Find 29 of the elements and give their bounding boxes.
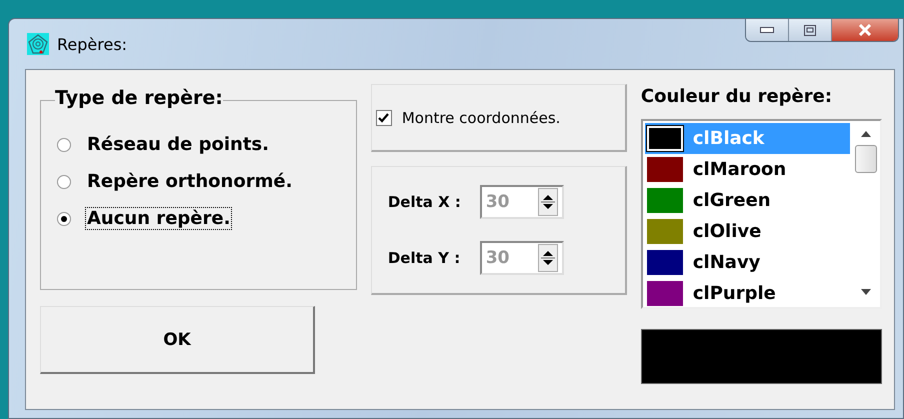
- close-icon: [858, 24, 872, 36]
- close-button[interactable]: [832, 19, 898, 41]
- delta-label: Delta Y :: [388, 249, 462, 267]
- delta-label: Delta X :: [388, 193, 462, 211]
- radio-button[interactable]: [57, 174, 71, 188]
- ok-button[interactable]: OK: [40, 306, 315, 374]
- radio-label[interactable]: Repère orthonormé.: [85, 170, 294, 193]
- maximize-button[interactable]: [789, 19, 832, 41]
- radio-label[interactable]: Réseau de points.: [85, 133, 271, 156]
- scroll-up-icon[interactable]: [861, 131, 871, 137]
- spiral-icon: [27, 33, 49, 55]
- scroll-thumb[interactable]: [855, 145, 877, 173]
- color-list-item[interactable]: clMaroon: [644, 154, 850, 185]
- check-icon: [378, 112, 390, 122]
- minimize-button[interactable]: [746, 19, 789, 41]
- color-list-title: Couleur du repère:: [640, 86, 834, 107]
- color-list-item[interactable]: clGreen: [644, 185, 850, 216]
- radio-label[interactable]: Aucun repère.: [85, 207, 232, 230]
- window-title: Repères:: [57, 34, 128, 54]
- maximize-icon: [804, 24, 816, 36]
- group-title: Type de repère:: [55, 87, 223, 109]
- show-coordinates-checkbox[interactable]: Montre coordonnées.: [376, 108, 560, 126]
- radio-button[interactable]: [57, 138, 71, 152]
- scroll-down-icon[interactable]: [861, 289, 871, 295]
- color-list-item[interactable]: clOlive: [644, 216, 850, 247]
- minimize-icon: [760, 27, 774, 33]
- color-list-item[interactable]: clNavy: [644, 247, 850, 278]
- radio-button[interactable]: [57, 212, 71, 226]
- color-list-item[interactable]: clPurple: [644, 278, 850, 307]
